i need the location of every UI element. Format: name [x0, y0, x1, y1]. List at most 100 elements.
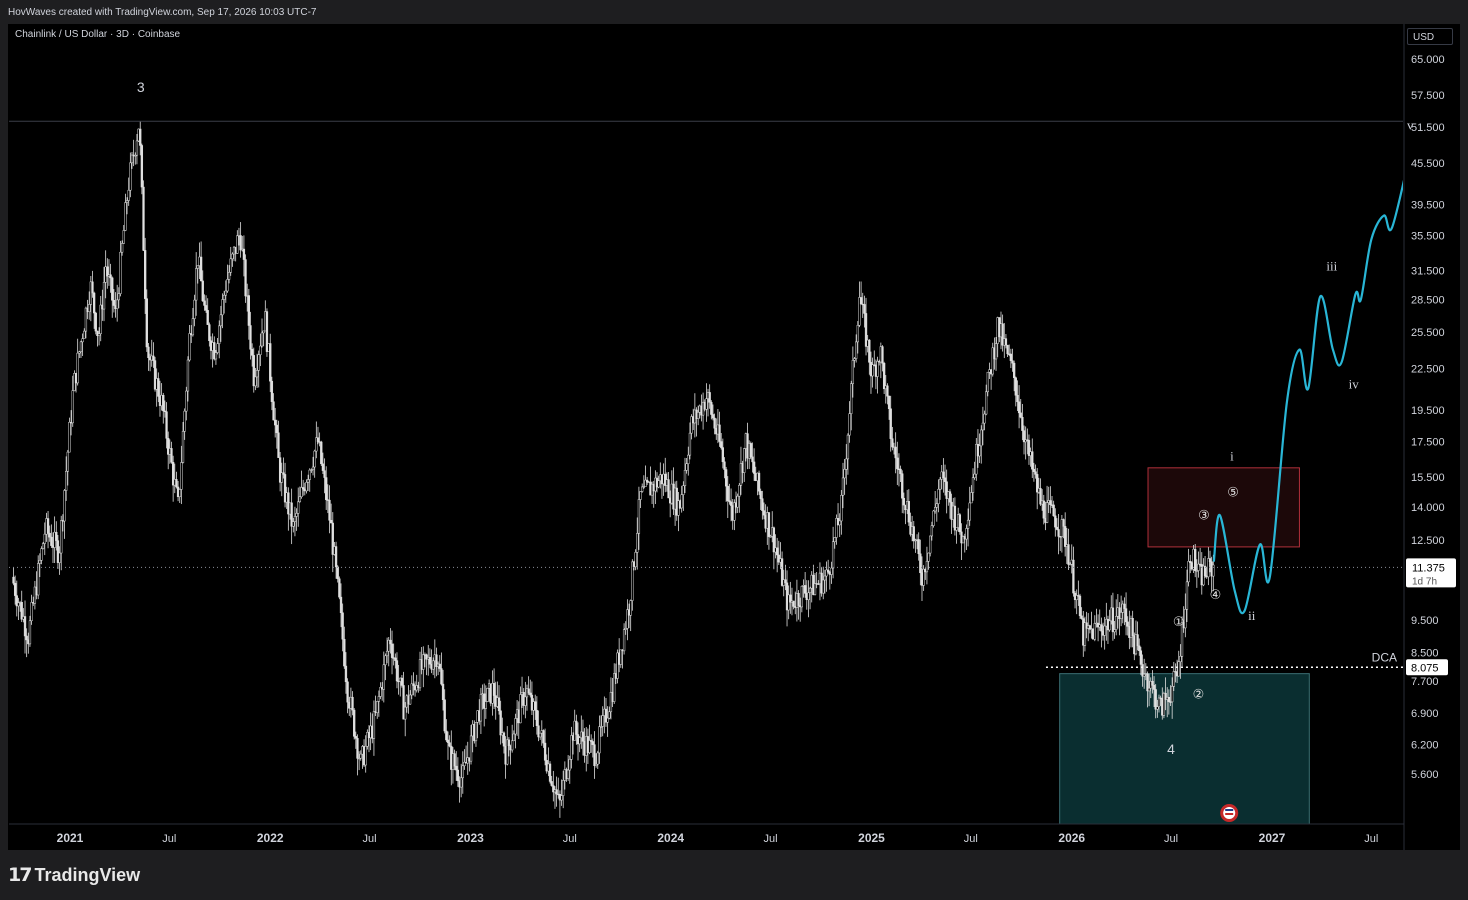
candle-body: [274, 419, 277, 426]
wave-label-intermediate: iii: [1326, 258, 1337, 273]
candle-body: [784, 579, 787, 584]
candle-body: [1078, 595, 1082, 617]
currency-button[interactable]: USD: [1407, 28, 1453, 45]
candle-body: [181, 431, 185, 463]
candle-body: [596, 752, 599, 765]
candle-body: [343, 638, 346, 667]
candle-body: [1045, 502, 1049, 523]
candle-body: [930, 525, 934, 537]
candle-body: [971, 477, 975, 493]
candle-body: [461, 765, 464, 779]
candle-body: [329, 520, 333, 524]
candle-body: [726, 485, 729, 501]
candle-body: [657, 480, 660, 488]
candle-body: [1100, 624, 1103, 632]
wave-label-minor: ③: [1198, 509, 1210, 524]
candle-body: [102, 282, 106, 310]
candle-body: [91, 281, 94, 294]
candle-body: [1119, 612, 1123, 620]
candle-body: [204, 305, 208, 311]
candle-body: [792, 600, 795, 607]
y-tick-label: 9.500: [1411, 615, 1439, 627]
candle-body: [1126, 621, 1129, 627]
candle-body: [224, 290, 227, 296]
candle-body: [185, 390, 188, 412]
y-tick-label: 35.500: [1411, 230, 1445, 242]
candle-body: [193, 299, 196, 319]
candle-body: [203, 300, 206, 306]
candle-body: [1131, 618, 1134, 637]
candle-body: [250, 349, 254, 356]
candle-body: [667, 479, 670, 499]
candle-body: [236, 235, 239, 254]
candle-body: [548, 763, 552, 782]
candle-body: [231, 253, 234, 260]
x-tick-label: Jul: [563, 833, 577, 845]
candle-body: [925, 561, 929, 573]
candle-body: [634, 552, 637, 568]
candle-body: [507, 739, 511, 746]
candle-body: [308, 469, 311, 480]
candle-body: [1093, 623, 1096, 640]
candle-body: [838, 520, 841, 526]
candle-body: [729, 501, 733, 506]
candle-body: [37, 563, 40, 596]
candle-body: [736, 495, 739, 508]
candle-body: [831, 541, 835, 569]
candle-body: [443, 699, 446, 732]
candle-body: [183, 410, 186, 432]
price-chart[interactable]: 34iiiiiiivv①②③④⑤ 65.00057.50051.50045.50…: [0, 0, 1468, 900]
candle-body: [1049, 500, 1052, 506]
candle-body: [244, 259, 247, 297]
candle-body: [749, 443, 752, 458]
candle-body: [868, 339, 871, 363]
candle-body: [1171, 686, 1174, 703]
candle-body: [1157, 697, 1161, 708]
candle-body: [833, 537, 836, 542]
bar-countdown: 1d 7h: [1412, 576, 1437, 587]
candle-body: [907, 501, 910, 523]
candle-body: [1021, 416, 1024, 431]
candle-body: [955, 527, 958, 531]
candle-body: [966, 519, 970, 529]
candle-body: [227, 272, 231, 280]
candle-body: [66, 451, 69, 472]
y-tick-label: 45.500: [1411, 158, 1445, 170]
candle-body: [1019, 412, 1022, 418]
tradingview-logo[interactable]: 17 TradingView: [8, 864, 140, 886]
candle-body: [1151, 680, 1154, 686]
candle-body: [1115, 616, 1118, 630]
candle-body: [1062, 519, 1065, 527]
candle-body: [807, 592, 810, 601]
candle-body: [144, 250, 147, 299]
candle-body: [1017, 401, 1021, 414]
candle-body: [219, 314, 223, 327]
candle-body: [460, 777, 463, 788]
candle-body: [980, 429, 983, 447]
candle-body: [25, 635, 28, 641]
candle-body: [249, 325, 252, 350]
candle-body: [721, 447, 724, 463]
candle-body: [743, 448, 746, 473]
candle-body: [759, 490, 762, 499]
candle-body: [1055, 526, 1059, 530]
candle-body: [1108, 620, 1111, 631]
candle-body: [306, 479, 310, 483]
wave-label-primary: 4: [1167, 741, 1175, 757]
candle-body: [325, 477, 328, 500]
candle-body: [58, 552, 61, 563]
candle-body: [50, 536, 53, 546]
candle-body: [390, 643, 394, 658]
candle-body: [708, 392, 711, 403]
symbol-title[interactable]: Chainlink / US Dollar · 3D · Coinbase: [15, 29, 180, 40]
candle-body: [823, 575, 827, 581]
candle-body: [129, 162, 132, 191]
candle-body: [178, 489, 181, 498]
candle-body: [404, 706, 407, 720]
current-price-value: 11.375: [1412, 562, 1445, 574]
candle-body: [162, 394, 165, 412]
candle-body: [889, 408, 892, 439]
candle-body: [479, 694, 483, 722]
candle-body: [260, 332, 264, 347]
candle-body: [803, 585, 807, 594]
